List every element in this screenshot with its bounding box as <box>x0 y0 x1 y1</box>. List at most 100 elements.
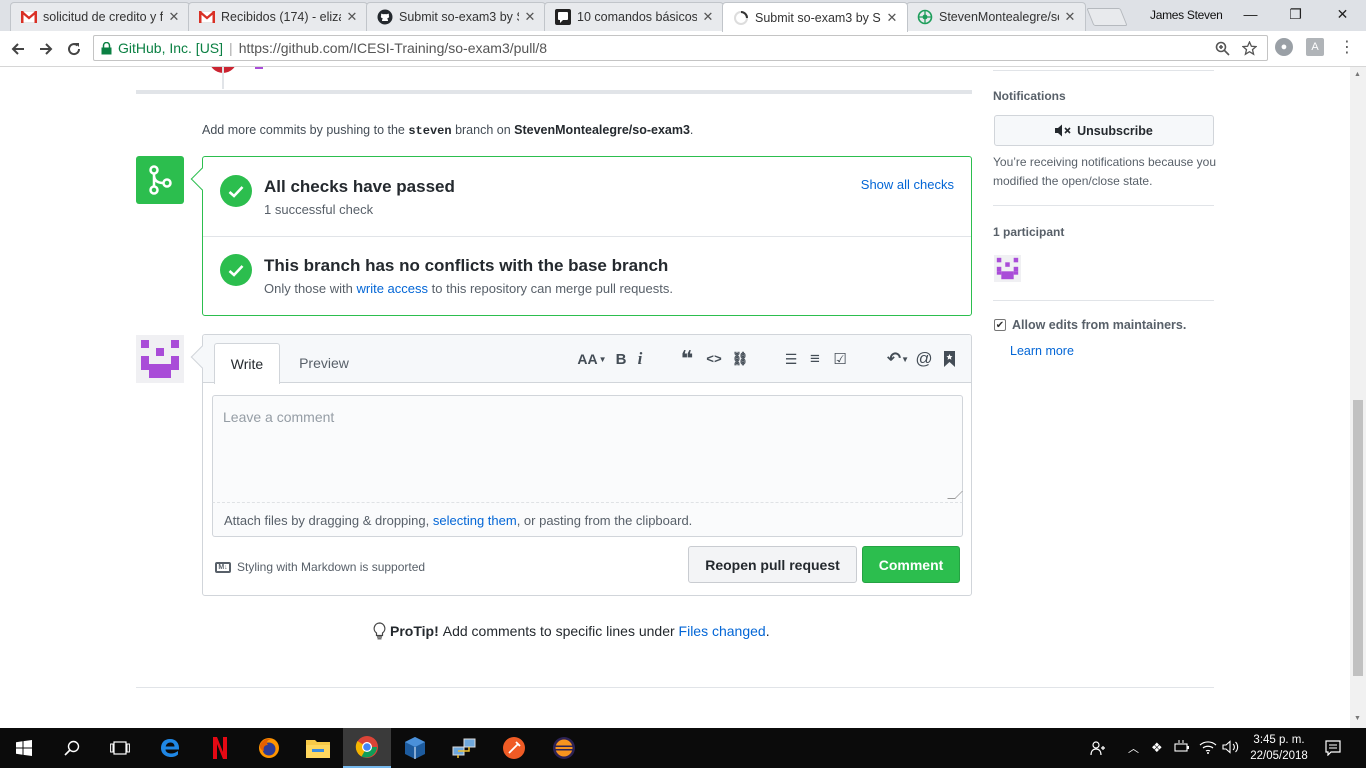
allow-edits-checkbox[interactable]: ✔ <box>994 319 1006 331</box>
windows-start-icon[interactable] <box>0 728 48 768</box>
learn-more-link[interactable]: Learn more <box>1010 344 1074 358</box>
comment-tabs-bar: Write Preview AA ▼ B i ❝ <> ⛓ ☰ ≡ ☑ ↶ ▼ @ <box>203 335 971 384</box>
italic-icon[interactable]: i <box>633 349 647 368</box>
link-icon[interactable]: ⛓ <box>731 350 749 368</box>
unordered-list-icon[interactable]: ☰ <box>782 350 800 368</box>
windows-taskbar: ︿ ❖ 3:45 p. m. 22/05/2018 <box>0 728 1366 768</box>
url-text[interactable]: https://github.com/ICESI-Training/so-exa… <box>239 40 547 56</box>
browser-tab[interactable]: StevenMontealegre/so ✕ <box>906 2 1086 31</box>
notification-reason: You’re receiving notifications because y… <box>993 155 1217 188</box>
minimize-icon[interactable]: — <box>1228 0 1273 28</box>
task-view-icon[interactable] <box>96 728 144 768</box>
browser-tab[interactable]: solicitud de credito y fi ✕ <box>10 2 190 31</box>
repo-name: StevenMontealegre/so-exam3 <box>514 123 690 137</box>
participant-avatar[interactable] <box>994 255 1021 282</box>
profile-name[interactable]: James Steven <box>1150 8 1223 22</box>
bold-icon[interactable]: B <box>613 350 629 368</box>
markdown-note[interactable]: M↓ Styling with Markdown is supported <box>215 560 425 574</box>
browser-tab[interactable]: Recibidos (174) - elizag ✕ <box>188 2 368 31</box>
edge-icon[interactable] <box>146 728 194 768</box>
chrome-icon[interactable] <box>343 728 391 768</box>
ordered-list-icon[interactable]: ≡ <box>806 349 824 368</box>
checks-title: All checks have passed <box>264 177 455 196</box>
write-access-link[interactable]: write access <box>357 281 429 296</box>
browser-tab-active[interactable]: Submit so-exam3 by S ✕ <box>722 2 908 32</box>
bookmark-star-icon[interactable] <box>1241 40 1258 59</box>
comment-button[interactable]: Comment <box>862 546 960 583</box>
mention-icon[interactable]: @ <box>915 349 933 368</box>
system-clock[interactable]: 3:45 p. m. 22/05/2018 <box>1246 732 1312 764</box>
tab-title: solicitud de credito y fi <box>43 10 163 24</box>
chevron-up-icon[interactable]: ︿ <box>1128 740 1139 756</box>
show-all-checks-link[interactable]: Show all checks <box>861 177 954 192</box>
select-files-link[interactable]: selecting them <box>433 513 517 528</box>
close-icon[interactable]: ✕ <box>885 10 899 26</box>
pdf-extension-icon[interactable]: A <box>1306 38 1324 56</box>
page-scrollbar[interactable]: ▲ ▼ <box>1350 67 1366 728</box>
forward-icon[interactable] <box>34 37 58 61</box>
postman-icon[interactable] <box>490 728 538 768</box>
markdown-icon: M↓ <box>215 561 231 573</box>
git-merge-icon <box>136 156 184 204</box>
comment-textarea[interactable]: Leave a comment <box>212 395 963 503</box>
scroll-down-icon[interactable]: ▼ <box>1354 715 1361 722</box>
wifi-icon[interactable] <box>1199 740 1217 757</box>
zoom-icon[interactable] <box>1215 41 1230 59</box>
participants-heading: 1 participant <box>993 225 1065 239</box>
reply-icon[interactable]: ↶ ▼ <box>885 349 911 368</box>
allow-edits-row: ✔ Allow edits from maintainers. <box>994 318 1186 332</box>
reload-icon[interactable] <box>62 37 86 61</box>
tab-preview[interactable]: Preview <box>289 343 359 383</box>
menu-kebab-icon[interactable]: ⋮ <box>1338 38 1356 56</box>
firefox-icon[interactable] <box>245 728 293 768</box>
search-icon[interactable] <box>48 728 96 768</box>
markdown-note-text: Styling with Markdown is supported <box>237 560 426 574</box>
branch-name: steven <box>408 124 452 138</box>
tab-write[interactable]: Write <box>214 343 280 384</box>
extension-icon[interactable]: ● <box>1275 38 1293 56</box>
people-icon[interactable] <box>1090 740 1106 759</box>
scrollbar-thumb[interactable] <box>1353 400 1363 676</box>
close-icon[interactable]: ✕ <box>523 9 537 25</box>
notifications-heading: Notifications <box>993 89 1066 103</box>
close-icon[interactable]: ✕ <box>701 9 715 25</box>
unsubscribe-button[interactable]: Unsubscribe <box>994 115 1214 146</box>
scroll-up-icon[interactable]: ▲ <box>1354 71 1361 78</box>
netflix-icon[interactable] <box>196 728 244 768</box>
bookmark-icon[interactable] <box>941 350 957 368</box>
reopen-pull-request-button[interactable]: Reopen pull request <box>688 546 857 583</box>
header-text-icon[interactable]: AA ▼ <box>576 350 608 368</box>
files-changed-link[interactable]: Files changed <box>679 623 766 639</box>
network-connections-icon[interactable] <box>440 728 488 768</box>
task-list-icon[interactable]: ☑ <box>830 350 850 368</box>
virtualbox-icon[interactable] <box>391 728 439 768</box>
avatar[interactable] <box>136 335 184 383</box>
browser-tab-strip: solicitud de credito y fi ✕ Recibidos (1… <box>0 0 1366 32</box>
timeline-line <box>222 67 224 89</box>
volume-icon[interactable] <box>1222 740 1240 757</box>
eclipse-icon[interactable] <box>540 728 588 768</box>
quote-icon[interactable]: ❝ <box>678 346 696 371</box>
file-explorer-icon[interactable] <box>294 728 342 768</box>
close-icon[interactable]: ✕ <box>345 9 359 25</box>
avatar <box>255 67 263 69</box>
footer-divider <box>136 687 1214 688</box>
restore-icon[interactable]: ❐ <box>1273 0 1318 28</box>
close-window-icon[interactable]: ✕ <box>1320 0 1365 28</box>
file-drop-bar[interactable]: Attach files by dragging & dropping, sel… <box>212 503 963 537</box>
github-icon <box>377 9 393 25</box>
new-tab-button[interactable] <box>1086 8 1128 26</box>
dropbox-icon[interactable]: ❖ <box>1151 740 1163 756</box>
battery-icon[interactable] <box>1174 740 1190 757</box>
conflicts-section: This branch has no conflicts with the ba… <box>203 237 971 316</box>
tab-title: Submit so-exam3 by S <box>755 10 881 25</box>
resize-handle-icon[interactable] <box>947 491 963 499</box>
browser-tab[interactable]: 10 comandos básicos ✕ <box>544 2 724 31</box>
back-icon[interactable] <box>6 37 30 61</box>
address-bar[interactable]: GitHub, Inc. [US] | https://github.com/I… <box>93 35 1268 61</box>
action-center-icon[interactable] <box>1325 740 1341 759</box>
browser-tab[interactable]: Submit so-exam3 by S ✕ <box>366 2 546 31</box>
close-icon[interactable]: ✕ <box>167 9 181 25</box>
close-icon[interactable]: ✕ <box>1063 9 1077 25</box>
code-icon[interactable]: <> <box>705 350 723 368</box>
